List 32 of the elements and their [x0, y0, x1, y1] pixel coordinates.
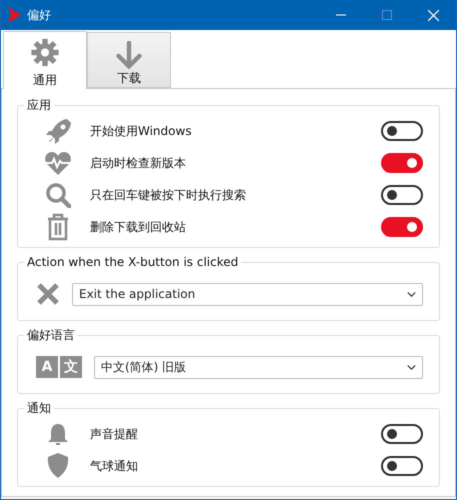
tab[interactable]: 通用 — [3, 31, 87, 89]
window-title: 偏好 — [27, 7, 51, 24]
heart-pulse-icon — [44, 149, 72, 177]
setting-label: 删除下载到回收站 — [90, 219, 187, 236]
setting-label: 气球通知 — [90, 458, 139, 475]
group-title: 通知 — [26, 400, 52, 416]
close-icon — [428, 10, 438, 20]
trash-icon — [46, 213, 70, 241]
maximize-icon — [382, 10, 392, 20]
app-logo-icon — [7, 7, 21, 23]
tab[interactable]: 下载 — [87, 32, 171, 88]
bell-icon — [46, 422, 70, 446]
toggle-switch[interactable] — [381, 121, 423, 141]
shield-icon — [46, 452, 70, 480]
setting-label: 启动时检查新版本 — [90, 155, 187, 172]
gear-icon — [29, 38, 61, 67]
dropdown-field[interactable]: Exit the application — [72, 282, 423, 306]
toggle-switch[interactable] — [381, 217, 423, 237]
group-title: Action when the X-button is clicked — [26, 254, 240, 270]
setting-label: 只在回车键被按下时执行搜索 — [90, 187, 247, 204]
toggle-switch[interactable] — [381, 424, 423, 444]
rocket-icon — [45, 117, 71, 145]
toggle-switch[interactable] — [381, 456, 423, 476]
dropdown-field[interactable]: 中文(简体) 旧版 — [94, 356, 423, 378]
setting-label: 声音提醒 — [90, 426, 139, 443]
group-title: 偏好语言 — [26, 327, 76, 343]
setting-label: 开始使用Windows — [90, 123, 193, 140]
close-x-icon — [36, 282, 60, 306]
group-title: 应用 — [26, 97, 52, 113]
search-icon — [45, 182, 71, 208]
toggle-switch[interactable] — [381, 153, 423, 173]
toggle-switch[interactable] — [381, 185, 423, 205]
